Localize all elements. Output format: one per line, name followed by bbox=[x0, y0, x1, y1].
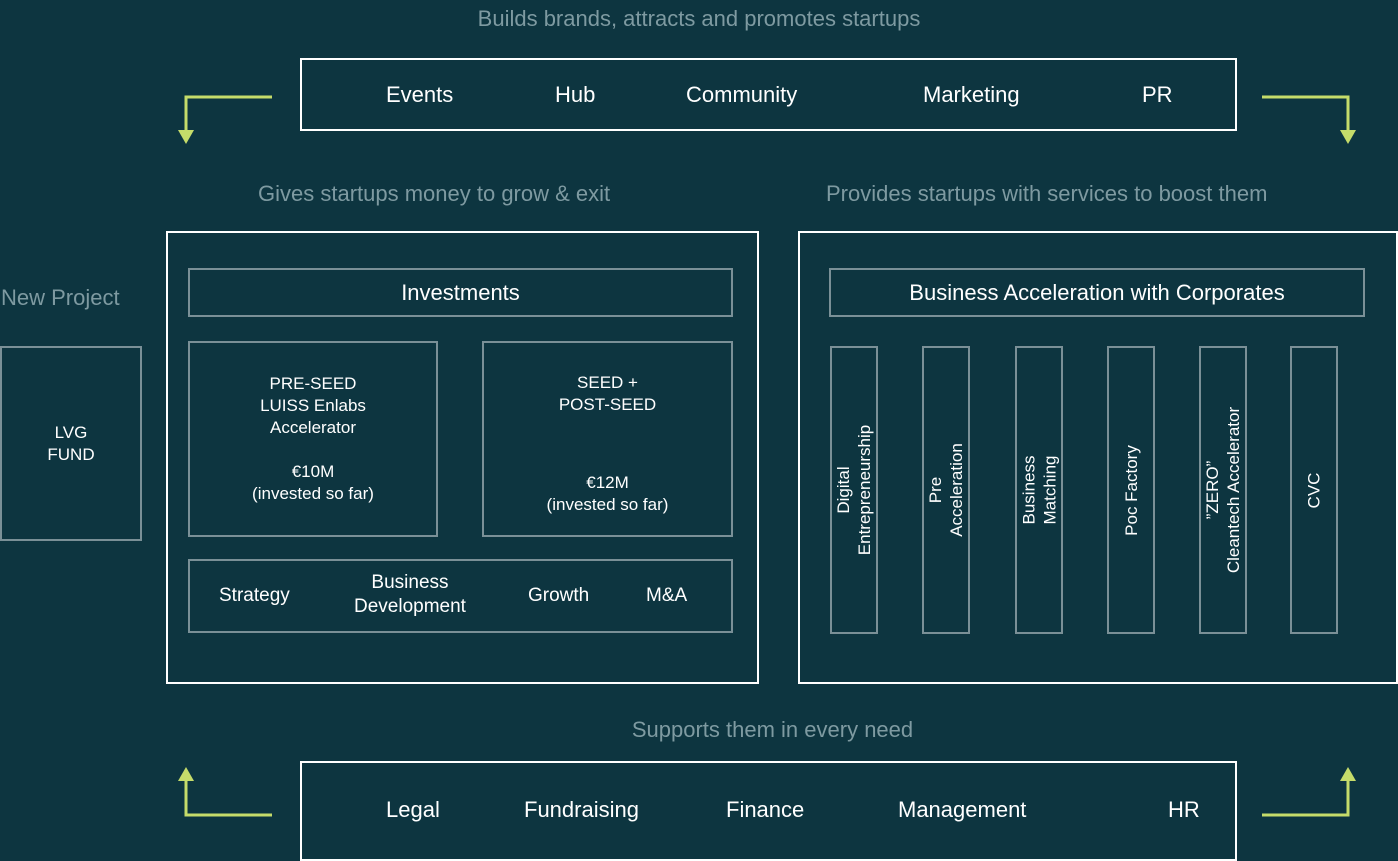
column-business-matching: Business Matching bbox=[1015, 346, 1063, 634]
acceleration-title: Business Acceleration with Corporates bbox=[909, 279, 1285, 305]
bottom-item-finance: Finance bbox=[726, 797, 805, 822]
services-row-box: Strategy Business Development Growth M&A bbox=[188, 559, 733, 633]
bottom-item-management: Management bbox=[898, 797, 1027, 822]
bottom-item-hr: HR bbox=[1168, 797, 1200, 822]
arrow-right-down-icon bbox=[1262, 95, 1356, 144]
column-3-line2: Matching bbox=[1040, 455, 1060, 525]
arrow-left-down-icon bbox=[178, 95, 272, 144]
column-digital-entrepreneurship: Digital Entrepreneurship bbox=[830, 346, 878, 634]
column-1-line2: Entrepreneurship bbox=[855, 424, 875, 556]
investments-title: Investments bbox=[401, 279, 520, 305]
seed-box: SEED + POST-SEED €12M (invested so far) bbox=[482, 341, 733, 537]
seed-amount: €12M bbox=[586, 473, 629, 492]
investments-title-box: Investments bbox=[188, 268, 733, 317]
column-6-line1: CVC bbox=[1304, 472, 1324, 508]
bottom-caption: Supports them in every need bbox=[631, 717, 914, 742]
top-item-community: Community bbox=[686, 82, 798, 107]
lvg-fund-line2: FUND bbox=[47, 444, 95, 464]
bottom-item-fundraising: Fundraising bbox=[524, 797, 639, 822]
column-5-line1: ”ZERO” bbox=[1203, 460, 1223, 520]
service-strategy: Strategy bbox=[219, 585, 290, 606]
column-2-line1: Pre bbox=[926, 476, 945, 504]
service-bizdev-line2: Development bbox=[354, 596, 466, 617]
top-item-events: Events bbox=[386, 82, 454, 107]
pre-seed-line3: Accelerator bbox=[270, 418, 356, 437]
new-project-caption: New Project bbox=[1, 285, 120, 310]
service-ma: M&A bbox=[646, 585, 688, 606]
lvg-fund-line1: LVG bbox=[54, 422, 88, 442]
column-1-line1: Digital bbox=[834, 466, 854, 514]
column-zero-cleantech: ”ZERO” Cleantech Accelerator bbox=[1199, 346, 1247, 634]
lvg-fund-box: LVG FUND bbox=[0, 346, 142, 541]
pre-seed-amount: €10M bbox=[291, 462, 335, 481]
left-caption: Gives startups money to grow & exit bbox=[258, 181, 611, 206]
arrow-up-left-icon bbox=[178, 767, 272, 817]
column-5-line2: Cleantech Accelerator bbox=[1224, 406, 1244, 574]
column-2-line2: Acceleration bbox=[947, 443, 966, 537]
acceleration-container: Business Acceleration with Corporates Di… bbox=[798, 231, 1398, 684]
bottom-item-legal: Legal bbox=[386, 797, 440, 822]
seed-note: (invested so far) bbox=[546, 495, 669, 514]
arrow-up-right-icon bbox=[1262, 767, 1356, 817]
seed-line1: SEED + bbox=[577, 373, 638, 392]
top-caption: Builds brands, attracts and promotes sta… bbox=[477, 6, 921, 31]
column-3-line1: Business bbox=[1019, 455, 1039, 525]
service-bizdev-line1: Business bbox=[371, 572, 449, 593]
column-4-line1: Poc Factory bbox=[1121, 444, 1141, 536]
top-item-pr: PR bbox=[1142, 82, 1173, 107]
seed-line2: POST-SEED bbox=[558, 395, 657, 414]
pre-seed-line2: LUISS Enlabs bbox=[260, 396, 366, 415]
top-services-box: Events Hub Community Marketing PR bbox=[300, 58, 1237, 131]
column-cvc: CVC bbox=[1290, 346, 1338, 634]
column-poc-factory: Poc Factory bbox=[1107, 346, 1155, 634]
acceleration-title-box: Business Acceleration with Corporates bbox=[829, 268, 1365, 317]
top-item-marketing: Marketing bbox=[923, 82, 1020, 107]
pre-seed-line1: PRE-SEED bbox=[269, 374, 357, 393]
right-caption: Provides startups with services to boost… bbox=[826, 181, 1268, 206]
bottom-services-box: Legal Fundraising Finance Management HR bbox=[300, 761, 1237, 861]
top-item-hub: Hub bbox=[555, 82, 596, 107]
investments-container: Investments PRE-SEED LUISS Enlabs Accele… bbox=[166, 231, 759, 684]
column-pre-acceleration: Pre Acceleration bbox=[922, 346, 970, 634]
pre-seed-box: PRE-SEED LUISS Enlabs Accelerator €10M (… bbox=[188, 341, 438, 537]
service-growth: Growth bbox=[528, 585, 590, 606]
pre-seed-note: (invested so far) bbox=[252, 484, 374, 503]
